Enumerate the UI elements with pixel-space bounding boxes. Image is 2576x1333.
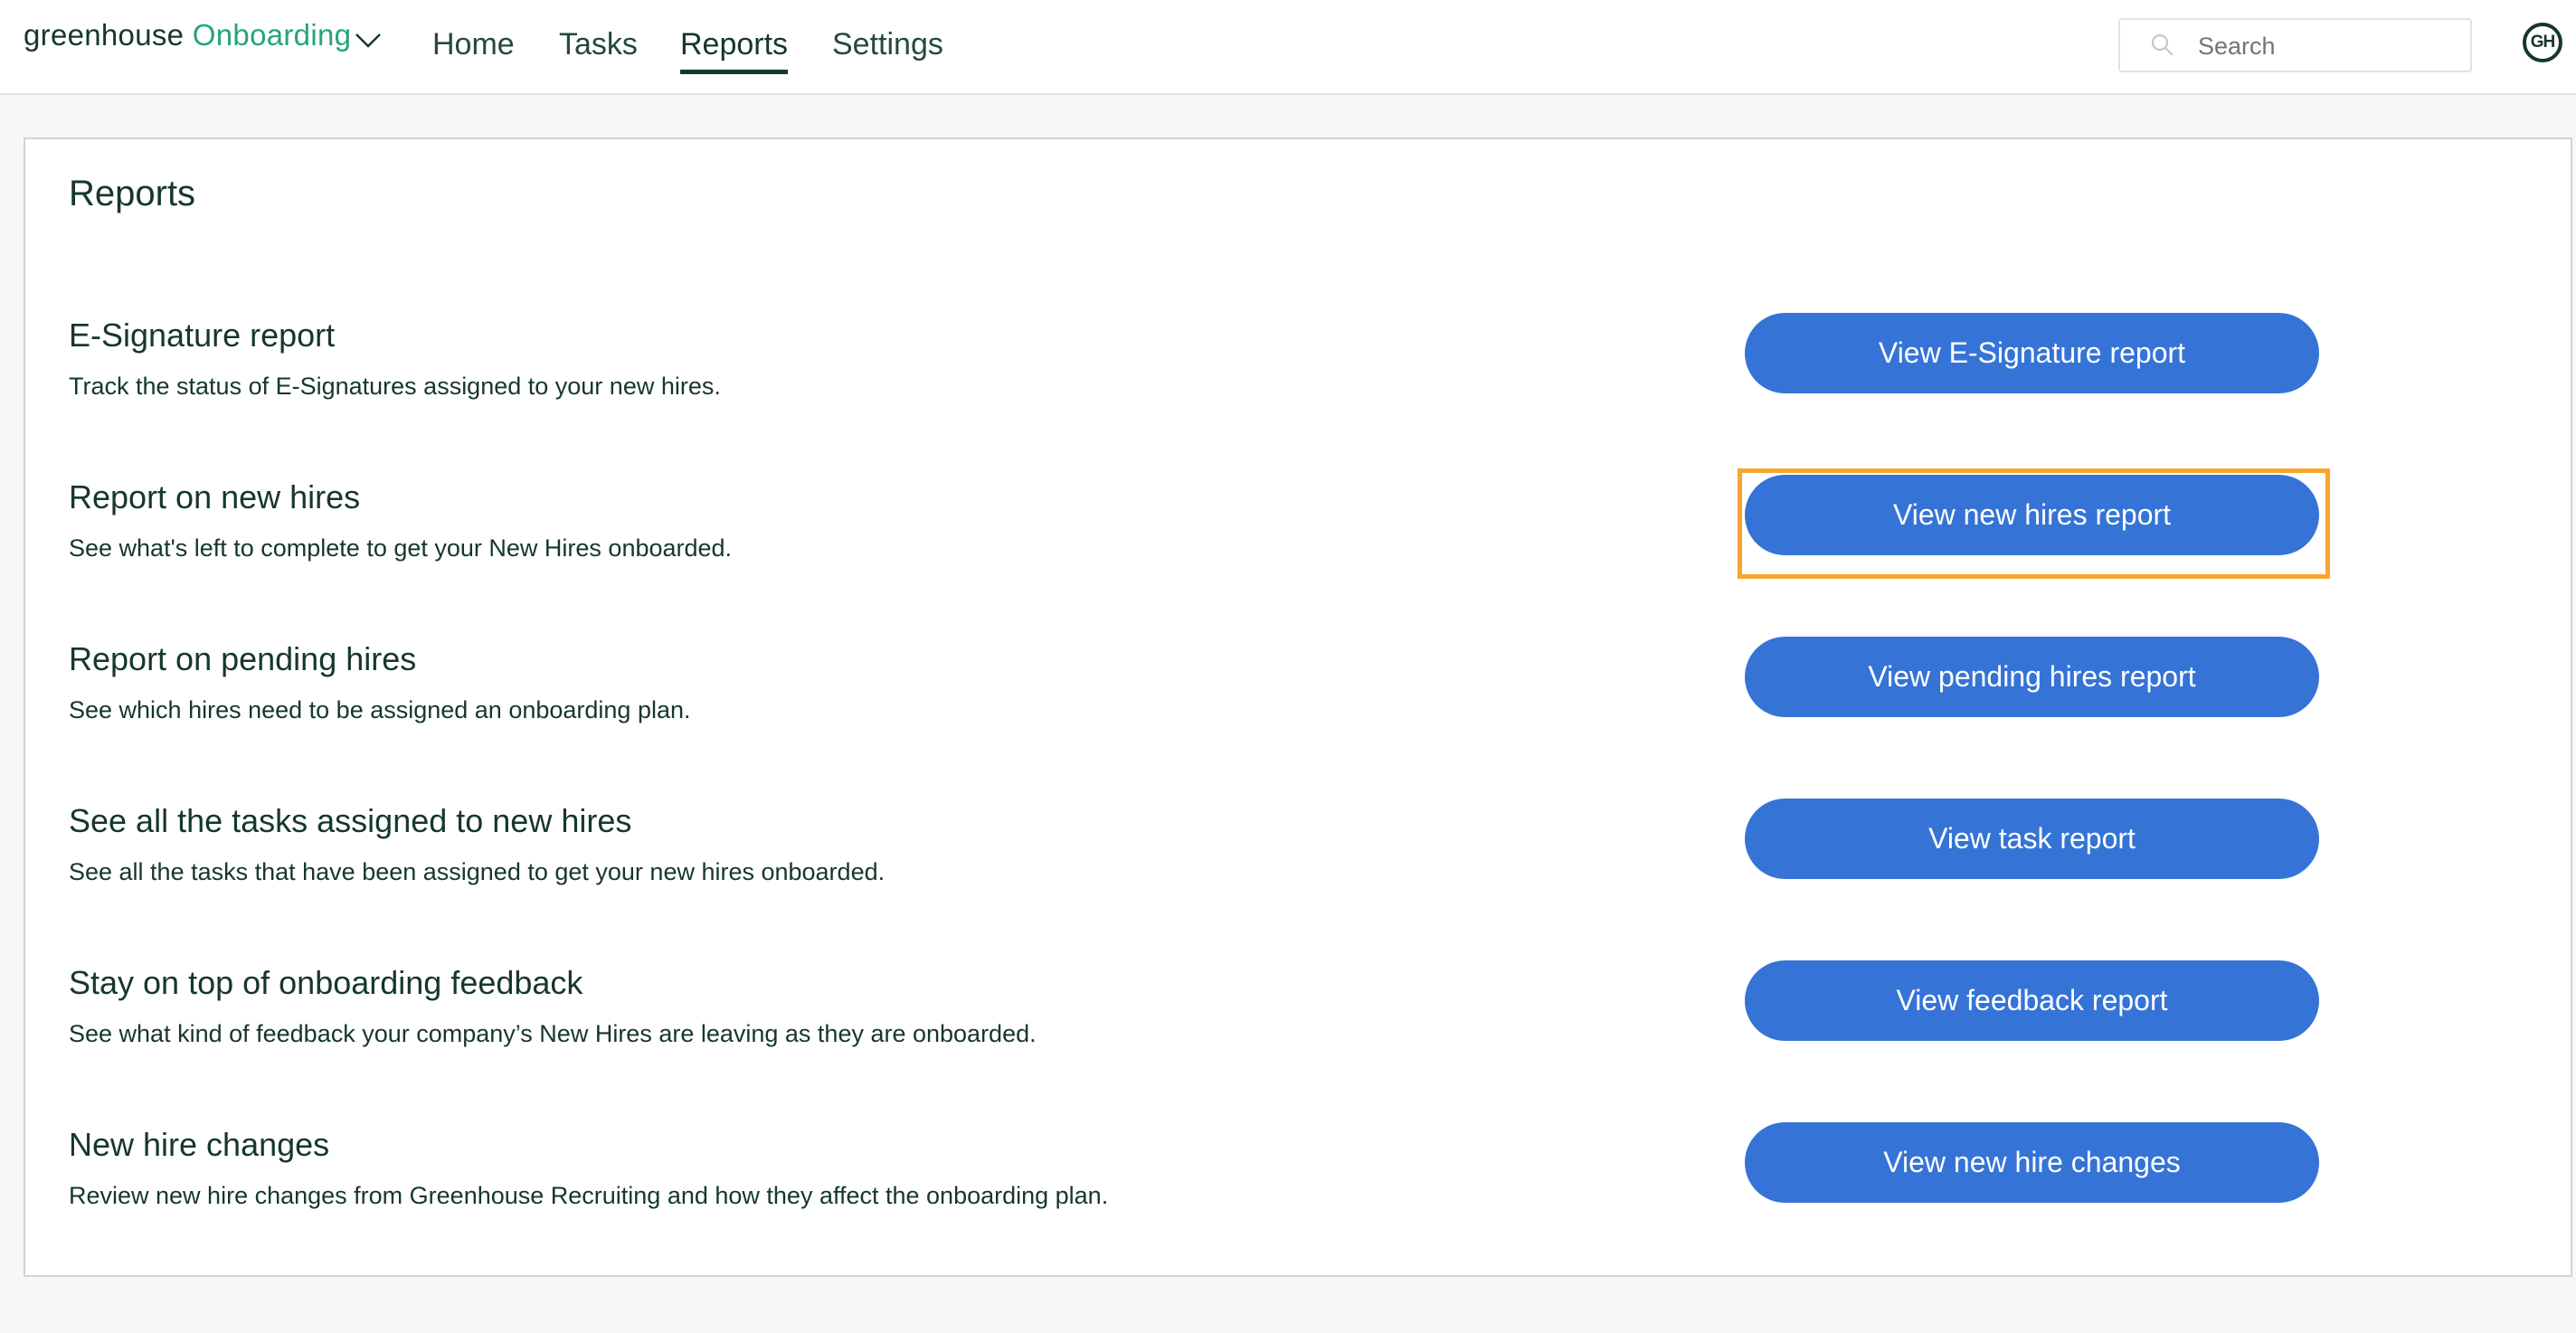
user-avatar[interactable]: GH bbox=[2523, 23, 2562, 62]
report-title: E-Signature report bbox=[69, 317, 336, 354]
report-row-pending-hires: Report on pending hires See which hires … bbox=[25, 637, 2571, 785]
report-title: Report on pending hires bbox=[69, 640, 417, 677]
report-description: Track the status of E-Signatures assigne… bbox=[69, 373, 721, 400]
chevron-down-icon[interactable] bbox=[355, 31, 382, 49]
report-description: See which hires need to be assigned an o… bbox=[69, 696, 691, 723]
report-row-feedback: Stay on top of onboarding feedback See w… bbox=[25, 960, 2571, 1109]
top-nav-bar: greenhouse Onboarding Home Tasks Reports… bbox=[0, 0, 2576, 95]
logo-product: Onboarding bbox=[192, 18, 352, 52]
report-description: See what's left to complete to get your … bbox=[69, 534, 733, 562]
nav-tasks[interactable]: Tasks bbox=[559, 25, 638, 67]
view-task-report-button[interactable]: View task report bbox=[1745, 799, 2319, 879]
view-esignature-report-button[interactable]: View E-Signature report bbox=[1745, 313, 2319, 393]
view-feedback-report-button[interactable]: View feedback report bbox=[1745, 960, 2319, 1041]
report-title: New hire changes bbox=[69, 1126, 330, 1163]
page-title: Reports bbox=[69, 174, 196, 213]
nav-home[interactable]: Home bbox=[432, 25, 515, 67]
app-logo[interactable]: greenhouse Onboarding bbox=[24, 18, 351, 52]
report-row-new-hire-changes: New hire changes Review new hire changes… bbox=[25, 1122, 2571, 1271]
report-description: See what kind of feedback your company’s… bbox=[69, 1020, 1037, 1047]
reports-card: Reports E-Signature report Track the sta… bbox=[24, 137, 2572, 1277]
view-new-hires-report-button[interactable]: View new hires report bbox=[1745, 475, 2319, 555]
view-pending-hires-report-button[interactable]: View pending hires report bbox=[1745, 637, 2319, 717]
search-box[interactable] bbox=[2118, 18, 2472, 72]
report-row-new-hires: Report on new hires See what's left to c… bbox=[25, 468, 2571, 623]
report-title: Stay on top of onboarding feedback bbox=[69, 964, 583, 1001]
report-title: See all the tasks assigned to new hires bbox=[69, 802, 632, 839]
search-input[interactable] bbox=[2196, 27, 2462, 65]
report-description: See all the tasks that have been assigne… bbox=[69, 858, 886, 885]
nav-reports[interactable]: Reports bbox=[680, 25, 789, 74]
report-description: Review new hire changes from Greenhouse … bbox=[69, 1182, 1109, 1209]
report-row-tasks: See all the tasks assigned to new hires … bbox=[25, 799, 2571, 947]
logo-brand: greenhouse bbox=[24, 18, 185, 52]
report-row-esignature: E-Signature report Track the status of E… bbox=[25, 313, 2571, 461]
view-new-hire-changes-button[interactable]: View new hire changes bbox=[1745, 1122, 2319, 1203]
nav-settings[interactable]: Settings bbox=[832, 25, 943, 67]
search-icon bbox=[2151, 33, 2174, 56]
report-title: Report on new hires bbox=[69, 478, 361, 515]
